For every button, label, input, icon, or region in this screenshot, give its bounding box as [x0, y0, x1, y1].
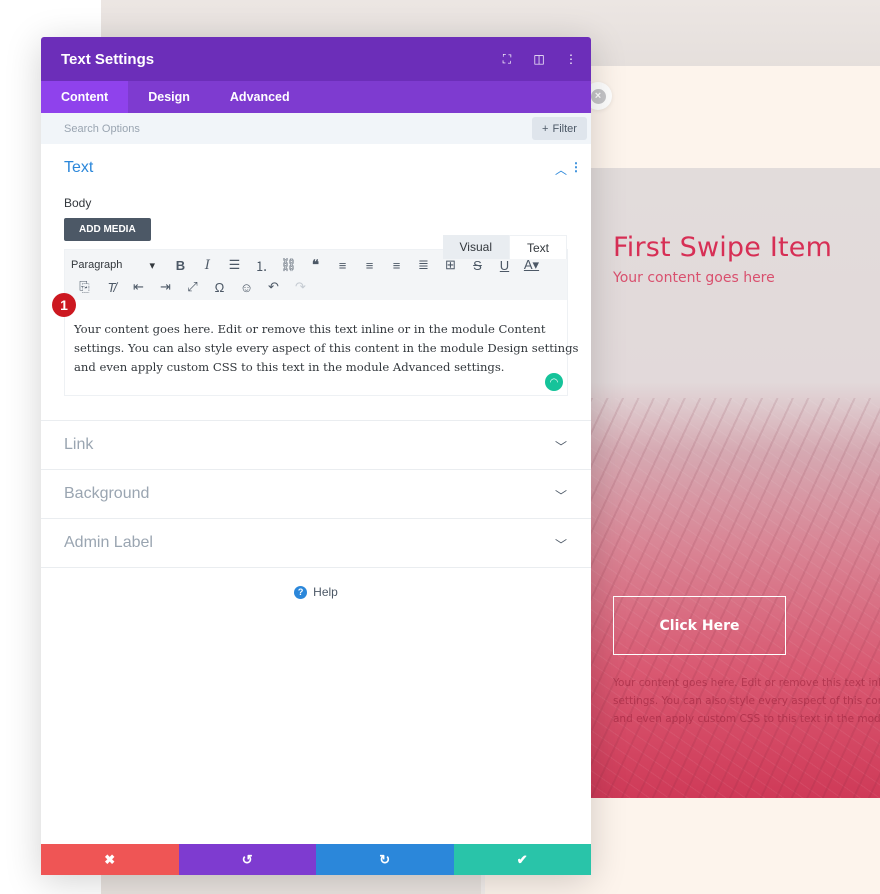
editor-mode-tabs: Visual Text: [442, 235, 567, 259]
clear-format-icon[interactable]: T̸: [98, 280, 125, 295]
caret-down-icon: ▾: [149, 259, 155, 272]
table-icon[interactable]: ⊞: [437, 257, 464, 273]
help-label: Help: [313, 585, 338, 599]
chevron-down-icon[interactable]: ﹀: [555, 536, 567, 553]
section-background-toggle[interactable]: Background ﹀: [41, 470, 591, 518]
filter-button[interactable]: + Filter: [532, 117, 587, 140]
section-link: Link ﹀: [41, 421, 591, 470]
section-options-icon[interactable]: ⋮: [570, 160, 582, 174]
help-icon: ?: [294, 585, 308, 599]
modal-tabs: Content Design Advanced: [41, 81, 591, 113]
section-title: Admin Label: [64, 534, 153, 551]
modal-header-actions: ⛶ ◫ ⋮: [501, 37, 577, 81]
chevron-up-icon[interactable]: ︿: [555, 161, 567, 178]
slide-subtitle[interactable]: Your content goes here: [613, 270, 775, 286]
search-options-input[interactable]: [64, 122, 364, 135]
section-title: Link: [64, 436, 94, 453]
section-link-toggle[interactable]: Link ﹀: [41, 421, 591, 469]
slide-cta-button[interactable]: Click Here: [613, 596, 786, 655]
text-section-body: Body ADD MEDIA Visual Text Paragraph ▾ B…: [41, 196, 591, 420]
grammarly-icon[interactable]: ◠: [545, 373, 563, 391]
strikethrough-icon[interactable]: S: [464, 258, 491, 273]
chevron-down-icon[interactable]: ﹀: [555, 487, 567, 504]
blockquote-icon[interactable]: ❝: [302, 257, 329, 273]
discard-button[interactable]: ✖: [41, 844, 179, 875]
section-admin-label: Admin Label ﹀: [41, 519, 591, 568]
content-line: settings. You can also style every aspec…: [74, 341, 579, 355]
fullscreen-editor-icon[interactable]: ⤢: [179, 279, 206, 295]
special-character-icon[interactable]: Ω: [206, 280, 233, 295]
paste-icon[interactable]: ⎘: [71, 279, 98, 295]
format-select[interactable]: Paragraph ▾: [71, 259, 161, 272]
modal-title: Text Settings: [61, 50, 155, 68]
link-icon[interactable]: ⛓: [275, 257, 302, 273]
editor-content-area[interactable]: Your content goes here. Edit or remove t…: [65, 300, 579, 395]
undo-icon: ↺: [241, 851, 253, 867]
outdent-icon[interactable]: ⇤: [125, 279, 152, 295]
editor-tab-text[interactable]: Text: [508, 235, 567, 259]
filter-label: Filter: [552, 122, 577, 135]
redo-icon: ↻: [379, 851, 391, 867]
tab-advanced[interactable]: Advanced: [210, 81, 310, 113]
section-text-toggle[interactable]: Text ︿ ⋮: [41, 144, 591, 192]
modal-footer: ✖ ↺ ↻ ✔: [41, 844, 591, 875]
slide-body-line: and even apply custom CSS to this text i…: [613, 713, 880, 725]
body-field-label: Body: [64, 196, 92, 210]
slide-body-line: Your content goes here. Edit or remove t…: [613, 677, 880, 689]
indent-icon[interactable]: ⇥: [152, 279, 179, 295]
content-line: Your content goes here. Edit or remove t…: [74, 322, 546, 336]
slide-body-text: Your content goes here. Edit or remove t…: [613, 674, 880, 728]
search-options-bar: + Filter: [41, 113, 591, 144]
undo-button[interactable]: ↺: [178, 844, 316, 875]
numbered-list-icon[interactable]: ⒈: [248, 256, 275, 275]
undo-icon[interactable]: ↶: [260, 279, 287, 295]
plus-icon: +: [542, 122, 549, 135]
slide-body-line: settings. You can also style every aspec…: [613, 695, 880, 707]
help-link[interactable]: ? Help: [41, 585, 591, 599]
section-title: Background: [64, 485, 150, 502]
italic-icon[interactable]: I: [194, 258, 221, 273]
bold-icon[interactable]: B: [167, 258, 194, 273]
tab-content[interactable]: Content: [41, 81, 129, 113]
emoji-icon[interactable]: ☺: [233, 280, 260, 295]
modal-header[interactable]: Text Settings ⛶ ◫ ⋮: [41, 37, 591, 81]
content-line: and even apply custom CSS to this text i…: [74, 360, 505, 374]
slide-title[interactable]: First Swipe Item: [613, 232, 832, 263]
close-icon: ✖: [104, 851, 116, 867]
redo-icon[interactable]: ↷: [287, 279, 314, 295]
add-media-button[interactable]: ADD MEDIA: [64, 218, 151, 241]
slider-preview: First Swipe Item Your content goes here …: [591, 168, 880, 798]
settings-modal: Text Settings ⛶ ◫ ⋮ Content Design Advan…: [41, 37, 591, 875]
underline-icon[interactable]: U: [491, 258, 518, 273]
section-text: Text ︿ ⋮ Body ADD MEDIA Visual Text Para…: [41, 144, 591, 421]
align-center-icon[interactable]: ≡: [356, 258, 383, 273]
align-right-icon[interactable]: ≡: [383, 258, 410, 273]
chevron-down-icon[interactable]: ﹀: [555, 438, 567, 455]
section-title: Text: [64, 159, 94, 176]
editor-tab-visual[interactable]: Visual: [442, 235, 509, 259]
format-select-value: Paragraph: [71, 258, 123, 271]
bullet-list-icon[interactable]: ☰: [221, 257, 248, 273]
align-left-icon[interactable]: ≡: [329, 258, 356, 273]
checkmark-icon: ✔: [516, 851, 528, 867]
fullscreen-icon[interactable]: ⛶: [501, 52, 513, 67]
rich-text-editor: Paragraph ▾ B I ☰ ⒈ ⛓ ❝ ≡ ≡ ≡ ≣ ⊞ S U A▾…: [64, 249, 579, 396]
step-badge: 1: [52, 293, 76, 317]
split-view-icon[interactable]: ◫: [533, 52, 545, 66]
section-admin-label-toggle[interactable]: Admin Label ﹀: [41, 519, 591, 567]
tab-design[interactable]: Design: [128, 81, 210, 113]
section-background: Background ﹀: [41, 470, 591, 519]
save-button[interactable]: ✔: [453, 844, 591, 875]
align-justify-icon[interactable]: ≣: [410, 257, 437, 273]
close-icon: ×: [590, 88, 606, 104]
redo-button[interactable]: ↻: [316, 844, 454, 875]
more-options-icon[interactable]: ⋮: [565, 52, 577, 66]
